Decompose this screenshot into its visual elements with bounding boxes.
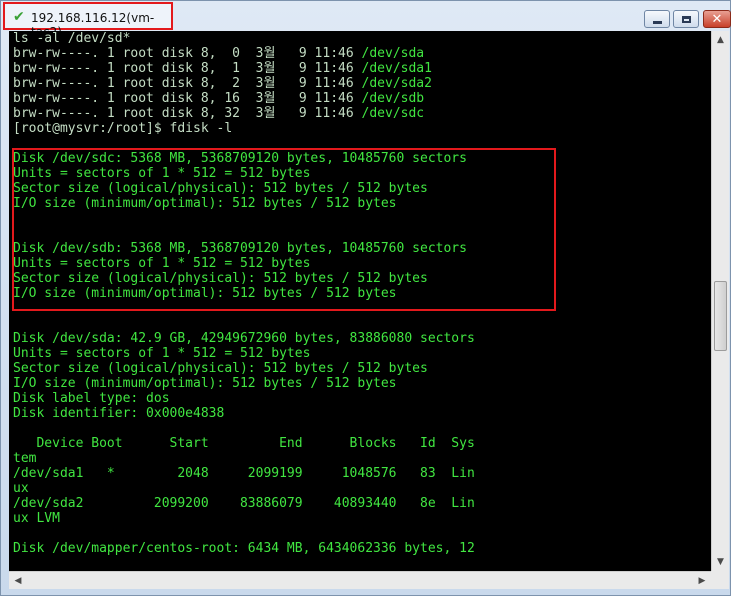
maximize-button[interactable] (673, 10, 699, 28)
terminal-text: ux LVM (13, 511, 60, 526)
terminal-line: /dev/sda1 * 2048 2099199 1048576 83 Lin (13, 466, 475, 481)
scroll-down-icon[interactable]: ▼ (713, 554, 728, 570)
close-icon: ✕ (711, 11, 723, 27)
scroll-up-icon[interactable]: ▲ (713, 32, 728, 48)
terminal-text: /dev/sda2 (361, 76, 432, 91)
terminal-text: brw-rw----. 1 root disk 8, 16 3월 9 11:46 (13, 91, 362, 106)
title-highlight-box: ✔ 192.168.116.12(vm-tac2) (3, 2, 173, 39)
terminal-text: tem (13, 451, 37, 466)
terminal-text: Disk label type: dos (13, 391, 170, 406)
terminal-text: /dev/sda2 2099200 83886079 40893440 8e L… (13, 496, 475, 511)
terminal-text: brw-rw----. 1 root disk 8, 0 3월 9 11:46 (13, 46, 362, 61)
scroll-right-icon[interactable]: ▶ (694, 573, 710, 588)
terminal-text: ls -al /dev/sd* (13, 31, 131, 46)
terminal-text: /dev/sda (361, 46, 425, 61)
scrollbar-corner (711, 571, 729, 589)
terminal-text: /dev/sda1 (361, 61, 432, 76)
terminal-line: ls -al /dev/sd* (13, 31, 475, 46)
terminal-line: brw-rw----. 1 root disk 8, 1 3월 9 11:46 … (13, 61, 475, 76)
checkmark-icon: ✔ (13, 9, 25, 25)
terminal-text: brw-rw----. 1 root disk 8, 2 3월 9 11:46 (13, 76, 362, 91)
terminal-text: Disk /dev/sda: 42.9 GB, 42949672960 byte… (13, 331, 475, 346)
horizontal-scrollbar[interactable]: ◀ ▶ (9, 571, 711, 589)
terminal-text: ux (13, 481, 29, 496)
terminal-text: brw-rw----. 1 root disk 8, 1 3월 9 11:46 (13, 61, 362, 76)
scroll-left-icon[interactable]: ◀ (10, 573, 26, 588)
terminal-window: ✔ 192.168.116.12(vm-tac2) ✕ ls -al /dev/… (0, 0, 731, 596)
vertical-scroll-thumb[interactable] (714, 281, 727, 351)
terminal-line: /dev/sda2 2099200 83886079 40893440 8e L… (13, 496, 475, 511)
terminal-line: brw-rw----. 1 root disk 8, 32 3월 9 11:46… (13, 106, 475, 121)
close-button[interactable]: ✕ (703, 10, 731, 28)
terminal-text: brw-rw----. 1 root disk 8, 32 3월 9 11:46 (13, 106, 362, 121)
terminal-text: Device Boot Start End Blocks Id Sys (13, 436, 475, 451)
terminal-line: Disk /dev/sda: 42.9 GB, 42949672960 byte… (13, 331, 475, 346)
minimize-icon (652, 20, 662, 24)
terminal-line: Device Boot Start End Blocks Id Sys (13, 436, 475, 451)
terminal-line: [root@mysvr:/root]$ fdisk -l (13, 121, 475, 136)
minimize-button[interactable] (644, 10, 670, 28)
terminal-line: I/O size (minimum/optimal): 512 bytes / … (13, 376, 475, 391)
terminal-text: Disk /dev/mapper/centos-root: 6434 MB, 6… (13, 541, 475, 556)
terminal-line: brw-rw----. 1 root disk 8, 2 3월 9 11:46 … (13, 76, 475, 91)
annotation-highlight-box (12, 148, 556, 311)
terminal-text: Units = sectors of 1 * 512 = 512 bytes (13, 346, 311, 361)
terminal-line: Disk /dev/mapper/centos-root: 6434 MB, 6… (13, 541, 475, 556)
terminal-line: ux (13, 481, 475, 496)
vertical-scrollbar[interactable]: ▲ ▼ (711, 31, 729, 571)
terminal-output[interactable]: ls -al /dev/sd* brw-rw----. 1 root disk 8… (9, 31, 711, 571)
terminal-line: brw-rw----. 1 root disk 8, 16 3월 9 11:46… (13, 91, 475, 106)
terminal-line: Sector size (logical/physical): 512 byte… (13, 361, 475, 376)
terminal-text: /dev/sda1 * 2048 2099199 1048576 83 Lin (13, 466, 475, 481)
terminal-line: brw-rw----. 1 root disk 8, 0 3월 9 11:46 … (13, 46, 475, 61)
terminal-text: I/O size (minimum/optimal): 512 bytes / … (13, 376, 397, 391)
terminal-line: Disk identifier: 0x000e4838 (13, 406, 475, 421)
terminal-line: Units = sectors of 1 * 512 = 512 bytes (13, 346, 475, 361)
terminal-text: [root@mysvr:/root]$ fdisk -l (13, 121, 233, 136)
terminal-line: Disk label type: dos (13, 391, 475, 406)
maximize-icon (681, 15, 691, 23)
title-bar[interactable]: ✔ 192.168.116.12(vm-tac2) ✕ (1, 1, 731, 39)
terminal-text: Disk identifier: 0x000e4838 (13, 406, 225, 421)
terminal-text: /dev/sdc (361, 106, 425, 121)
terminal-line: tem (13, 451, 475, 466)
terminal-text: /dev/sdb (361, 91, 425, 106)
terminal-text: Sector size (logical/physical): 512 byte… (13, 361, 428, 376)
terminal-line: ux LVM (13, 511, 475, 526)
